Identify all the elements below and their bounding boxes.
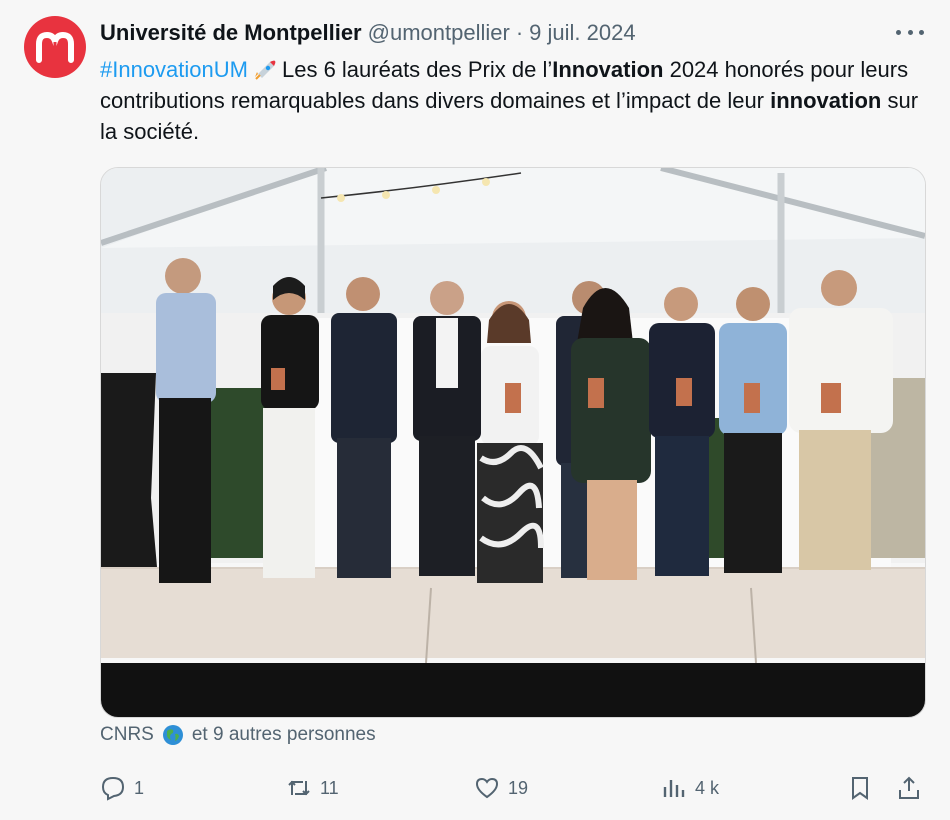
globe-icon (162, 725, 183, 745)
share-icon (899, 776, 919, 799)
like-count: 19 (508, 777, 529, 798)
rocket-icon (254, 60, 276, 80)
retweet-button[interactable]: 11 (286, 768, 339, 808)
tweet-header: Université de Montpellier @umontpellier … (100, 18, 930, 48)
like-icon (475, 777, 499, 799)
award-ceremony-photo (101, 168, 925, 717)
reply-icon (101, 776, 125, 801)
tweet-photo[interactable] (100, 167, 926, 718)
author-handle[interactable]: @umontpellier (368, 20, 510, 46)
tweet-text-bold: Innovation (552, 57, 664, 82)
reply-button[interactable]: 1 (100, 768, 144, 808)
um-logo-icon (36, 31, 74, 63)
share-button[interactable] (896, 768, 930, 808)
hashtag-link[interactable]: #InnovationUM (100, 57, 248, 82)
tweet-date[interactable]: 9 juil. 2024 (529, 20, 635, 46)
tweet-text: #InnovationUM Les 6 lauréats des Prix de … (100, 54, 920, 147)
views-icon (663, 780, 685, 797)
retweet-count: 11 (320, 777, 339, 798)
retweet-icon (288, 780, 310, 796)
liked-by[interactable]: CNRS et 9 autres personnes (100, 724, 376, 746)
tweet-actions: 1 11 19 4 k (100, 768, 930, 808)
views-button[interactable]: 4 k (661, 768, 719, 808)
reply-count: 1 (134, 777, 145, 798)
liker-first[interactable]: CNRS (100, 724, 154, 746)
tweet-text-bold: innovation (770, 88, 882, 113)
avatar[interactable] (24, 16, 86, 78)
bookmark-icon (852, 777, 868, 800)
tweet[interactable]: Université de Montpellier @umontpellier … (0, 0, 950, 820)
bookmark-button[interactable] (847, 768, 881, 808)
views-count: 4 k (695, 777, 720, 798)
separator: · (515, 20, 524, 45)
liker-rest[interactable]: et 9 autres personnes (192, 724, 376, 746)
author-name[interactable]: Université de Montpellier (100, 20, 362, 46)
tweet-text-part: Les 6 lauréats des Prix de l’ (281, 57, 553, 82)
more-icon[interactable] (896, 22, 924, 42)
like-button[interactable]: 19 (474, 768, 528, 808)
